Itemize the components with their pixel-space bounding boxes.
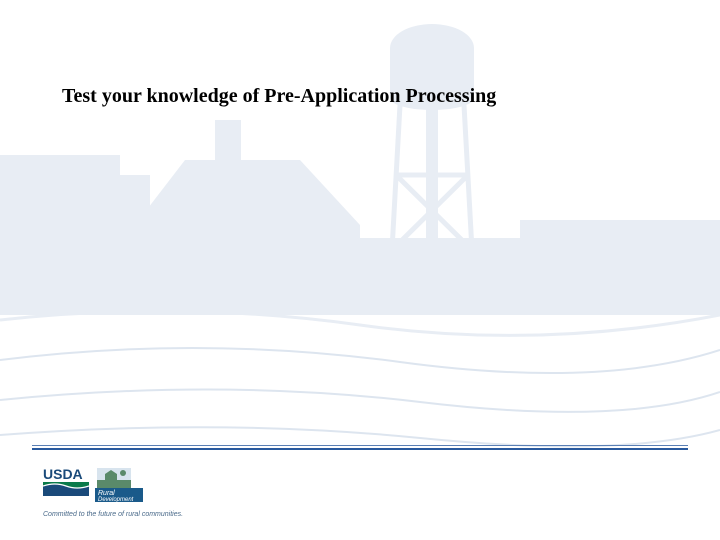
footer-rule-light: [32, 445, 688, 446]
slide-heading: Test your knowledge of Pre-Application P…: [62, 85, 496, 108]
logo-block: USDA Rural Development: [43, 466, 143, 502]
usda-logo-text: USDA: [43, 466, 83, 482]
rural-text-top: Rural: [98, 490, 115, 497]
footer-tagline: Committed to the future of rural communi…: [43, 511, 183, 518]
background-silhouette: [0, 0, 720, 540]
usda-logo: USDA: [43, 466, 89, 496]
slide: Test your knowledge of Pre-Application P…: [0, 0, 720, 540]
rural-development-logo: Rural Development: [95, 466, 143, 502]
footer-rule-dark: [32, 448, 688, 450]
rural-text-bottom: Development: [98, 497, 134, 502]
